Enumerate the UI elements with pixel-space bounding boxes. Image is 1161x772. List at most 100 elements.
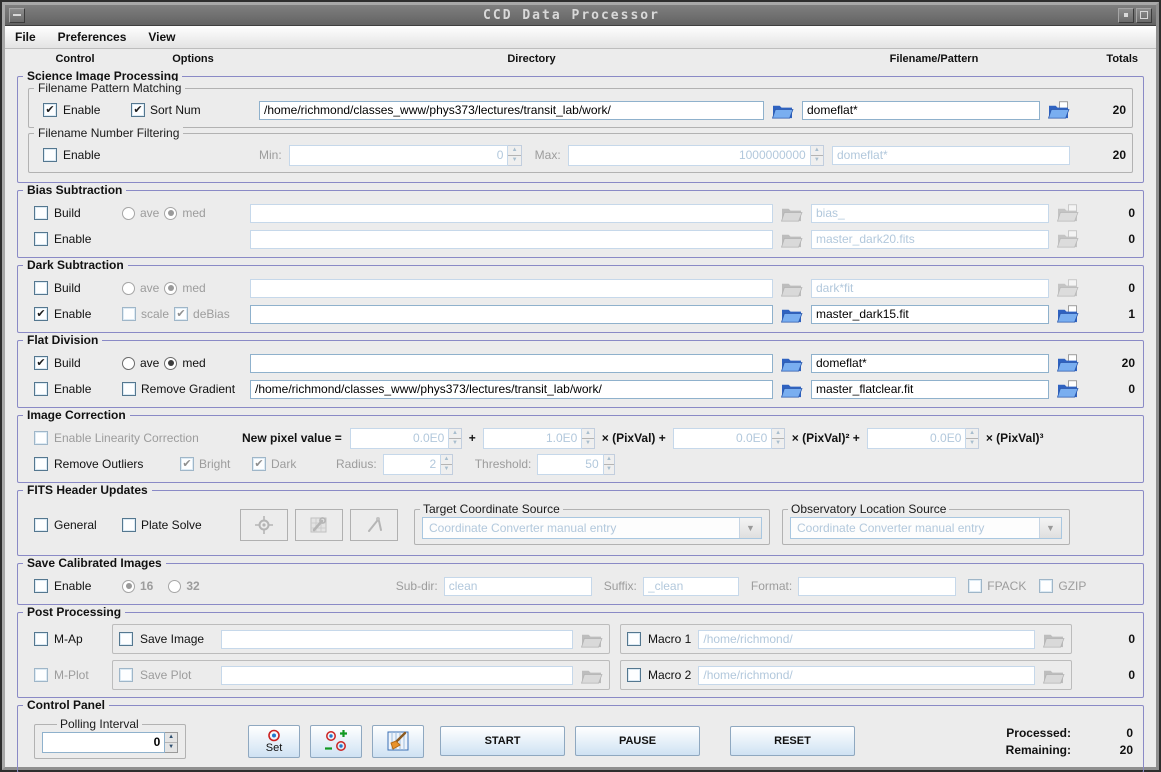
filter-total: 20 <box>1070 148 1126 162</box>
macro2-folder-icon <box>1042 666 1065 685</box>
flat-build-pattern-input[interactable] <box>811 354 1049 373</box>
flat-enable-pattern-input[interactable] <box>811 380 1049 399</box>
bias-enable-total: 0 <box>1079 232 1135 246</box>
flat-build-directory-input[interactable] <box>250 354 773 373</box>
dropdown-arrow-icon: ▼ <box>1039 518 1061 538</box>
bias-med-label: med <box>182 206 205 220</box>
science-pattern-file-icon[interactable] <box>1047 101 1070 120</box>
remove-outliers-label: Remove Outliers <box>54 457 143 471</box>
section-title: Flat Division <box>23 333 102 347</box>
plate-solve-checkbox[interactable] <box>122 518 136 532</box>
target-coordinate-value: Coordinate Converter manual entry <box>423 521 739 535</box>
minimize-icon <box>1124 13 1128 17</box>
flat-enable-checkbox[interactable] <box>34 382 48 396</box>
menu-file[interactable]: File <box>15 30 36 44</box>
map-checkbox[interactable] <box>34 632 48 646</box>
radius-spinner-up: ▲ <box>441 455 452 465</box>
remove-gradient-checkbox[interactable] <box>122 382 136 396</box>
window-menu-button[interactable] <box>9 8 25 23</box>
save-image-checkbox[interactable] <box>119 632 133 646</box>
bias-build-checkbox[interactable] <box>34 206 48 220</box>
polling-spinner-down[interactable]: ▼ <box>165 743 177 752</box>
bias-enable-checkbox[interactable] <box>34 232 48 246</box>
flat-med-radio[interactable] <box>164 357 177 370</box>
flat-enable-file-icon[interactable] <box>1056 380 1079 399</box>
polling-input[interactable] <box>42 732 165 753</box>
reset-button[interactable]: RESET <box>730 726 855 756</box>
pattern-matching-row: Enable Sort Num 20 <box>35 97 1126 123</box>
flat-ave-radio[interactable] <box>122 357 135 370</box>
dark-enable-checkbox[interactable] <box>34 307 48 321</box>
polling-spinner-up[interactable]: ▲ <box>165 733 177 743</box>
flat-build-row: Build ave med 20 <box>26 350 1135 376</box>
reset-button-label: RESET <box>774 735 811 747</box>
save-plot-input <box>221 666 573 685</box>
remove-outliers-checkbox[interactable] <box>34 457 48 471</box>
target-coordinate-source-group: Target Coordinate Source Coordinate Conv… <box>414 509 770 545</box>
clear-overlay-button[interactable] <box>372 725 424 758</box>
bias-enable-row: Enable 0 <box>26 226 1135 252</box>
macro2-label: Macro 2 <box>648 668 691 682</box>
bias-med-radio <box>164 207 177 220</box>
menu-preferences[interactable]: Preferences <box>58 30 127 44</box>
science-directory-input[interactable] <box>259 101 764 120</box>
coeff2-spinner-down: ▼ <box>772 439 783 448</box>
remove-gradient-label: Remove Gradient <box>141 382 235 396</box>
term2-label: × (PixVal)² + <box>792 431 860 445</box>
save-enable-checkbox[interactable] <box>34 579 48 593</box>
mplot-label: M-Plot <box>54 668 89 682</box>
remaining-value: 20 <box>1075 743 1133 757</box>
science-directory-folder-icon[interactable] <box>771 101 794 120</box>
dark-build-checkbox[interactable] <box>34 281 48 295</box>
flat-build-folder-icon[interactable] <box>780 354 803 373</box>
menu-view[interactable]: View <box>148 30 175 44</box>
compass-icon <box>363 515 385 535</box>
window-menu-icon <box>13 14 21 16</box>
general-checkbox[interactable] <box>34 518 48 532</box>
fits-tools-button <box>295 509 343 541</box>
target-coords-button <box>240 509 288 541</box>
bias-build-folder-icon <box>780 204 803 223</box>
flat-build-file-icon[interactable] <box>1056 354 1079 373</box>
max-spinner-up: ▲ <box>811 146 823 156</box>
bias-build-row: Build ave med 0 <box>26 200 1135 226</box>
flat-build-checkbox[interactable] <box>34 356 48 370</box>
fits-row: General Plate Solve <box>26 500 1135 550</box>
bias-enable-folder-icon <box>780 230 803 249</box>
bias-enable-directory-input <box>250 230 773 249</box>
save-image-input <box>221 630 573 649</box>
set-aperture-button[interactable]: Set <box>248 725 300 758</box>
dark-enable-pattern-input[interactable] <box>811 305 1049 324</box>
group-title: Polling Interval <box>57 717 142 731</box>
dark-enable-folder-icon[interactable] <box>780 305 803 324</box>
mplot-checkbox <box>34 668 48 682</box>
macro2-checkbox[interactable] <box>627 668 641 682</box>
start-button[interactable]: START <box>440 726 565 756</box>
science-pattern-input[interactable] <box>802 101 1040 120</box>
flat-med-label: med <box>182 356 205 370</box>
sort-num-label: Sort Num <box>150 103 201 117</box>
section-science-image-processing: Science Image Processing Filename Patter… <box>17 76 1144 183</box>
dark-enable-directory-input[interactable] <box>250 305 773 324</box>
main-content: Science Image Processing Filename Patter… <box>5 68 1156 772</box>
macro1-checkbox[interactable] <box>627 632 641 646</box>
dark-enable-file-icon[interactable] <box>1056 305 1079 324</box>
sort-num-checkbox[interactable] <box>131 103 145 117</box>
pattern-enable-checkbox[interactable] <box>43 103 57 117</box>
minimize-button[interactable] <box>1118 8 1134 23</box>
group-title: Filename Pattern Matching <box>34 81 185 95</box>
flat-enable-folder-icon[interactable] <box>780 380 803 399</box>
flat-enable-directory-input[interactable] <box>250 380 773 399</box>
macro1-box: Macro 1 <box>620 624 1072 654</box>
subdir-input <box>444 577 592 596</box>
title-bar[interactable]: CCD Data Processor <box>5 5 1156 26</box>
dark-scale-checkbox <box>122 307 136 321</box>
maximize-button[interactable] <box>1136 8 1152 23</box>
dark-debias-checkbox <box>174 307 188 321</box>
section-title: FITS Header Updates <box>23 483 152 497</box>
filter-enable-checkbox[interactable] <box>43 148 57 162</box>
edit-apertures-button[interactable] <box>310 725 362 758</box>
pause-button[interactable]: PAUSE <box>575 726 700 756</box>
column-totals: Totals <box>1068 53 1138 65</box>
section-title: Post Processing <box>23 605 125 619</box>
